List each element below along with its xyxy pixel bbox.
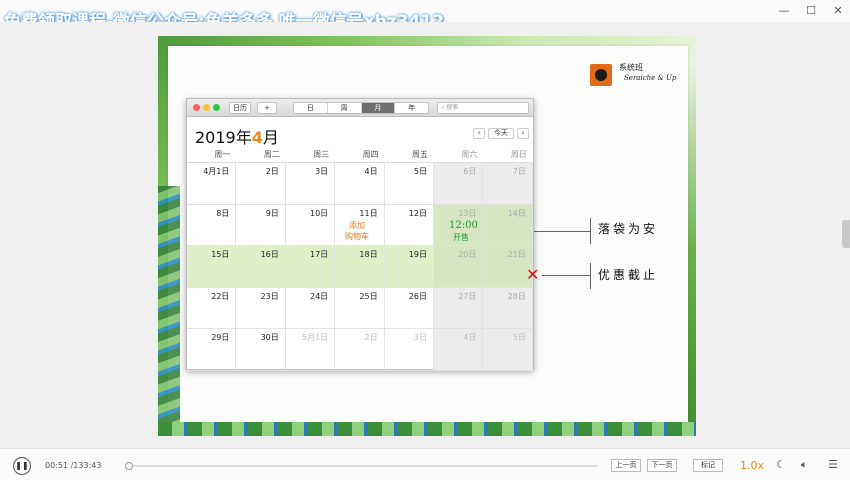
month-number: 4 (251, 128, 263, 147)
callout-bracket-presale (590, 218, 591, 244)
note-add-cart: 添加 购物车 (345, 221, 369, 241)
weekday-label: 周二 (263, 150, 280, 159)
day-cell[interactable]: 5月1日 (285, 329, 336, 371)
month-suffix: 月 (262, 128, 279, 147)
day-cell[interactable]: 30日 (236, 329, 286, 371)
next-month-button[interactable]: › (517, 128, 529, 139)
close-dot-icon[interactable] (193, 104, 200, 111)
month-grid: 4月1日 2日 3日 4日 5日 6日 7日 8日 9日 10日 11日 12日 13日 14日 15日 16… (187, 162, 533, 371)
day-cell[interactable]: 9日 (236, 204, 286, 247)
callout-bracket-deadline (590, 263, 591, 289)
leaf-decoration-left (158, 186, 180, 436)
menu-icon[interactable]: ☰ (828, 458, 838, 471)
weekday-label: 周六 (461, 150, 478, 159)
day-cell[interactable]: 26日 (384, 287, 434, 330)
calendar-toolbar: 日历 + 日 周 月 年 ⌕ 搜索 (187, 99, 533, 117)
day-cell[interactable]: 8日 (187, 204, 237, 247)
search-input[interactable]: ⌕ 搜索 (437, 102, 529, 114)
zoom-dot-icon[interactable] (213, 104, 220, 111)
time-display: 00:51 /133:43 (45, 461, 101, 470)
minimize-dot-icon[interactable] (203, 104, 210, 111)
today-button[interactable]: 今天 (488, 128, 514, 139)
side-panel-handle[interactable] (842, 220, 850, 248)
day-cell[interactable]: 23日 (236, 287, 286, 330)
close-icon[interactable]: ✕ (830, 3, 846, 19)
day-cell[interactable]: 22日 (187, 287, 237, 330)
callout-deadline: 优惠截止 (598, 268, 659, 282)
callout-presale: 落袋为安 (598, 222, 659, 236)
day-cell[interactable]: 12日 (384, 204, 434, 247)
progress-handle[interactable] (124, 462, 133, 470)
total-time: /133:43 (70, 461, 102, 470)
prev-month-button[interactable]: ‹ (473, 128, 485, 139)
day-cell[interactable]: 4月1日 (187, 163, 237, 205)
day-cell[interactable]: 4日 (434, 329, 484, 371)
cross-mark-icon: ✕ (526, 265, 540, 284)
maximize-icon[interactable]: ☐ (803, 3, 819, 19)
day-cell[interactable]: 4日 (335, 163, 385, 205)
view-switcher: 日 周 月 年 (293, 102, 429, 114)
day-cell[interactable]: 27日 (434, 287, 484, 330)
day-cell[interactable]: 2日 (236, 163, 286, 205)
day-cell[interactable]: 3日 (285, 163, 336, 205)
speed-button[interactable]: 1.0x (740, 459, 764, 472)
month-title: 2019年4月 (195, 124, 279, 148)
day-cell[interactable]: 29日 (187, 329, 237, 371)
weekday-label: 周五 (411, 150, 428, 159)
prev-page-button[interactable]: 上一页 (611, 459, 641, 472)
add-event-button[interactable]: + (257, 102, 277, 114)
leaf-decoration-bottom (158, 422, 696, 436)
day-cell[interactable]: 10日 (285, 204, 336, 247)
search-placeholder: 搜索 (446, 104, 459, 111)
minimize-icon[interactable]: — (776, 3, 792, 19)
next-page-button[interactable]: 下一页 (647, 459, 677, 472)
day-cell[interactable]: 5日 (384, 163, 434, 205)
calendars-button[interactable]: 日历 (229, 102, 251, 114)
note-open-sale: 开售 (453, 233, 469, 242)
slide: 系统班 Seraiche & Up 日历 + 日 周 月 年 ⌕ 搜索 2019… (158, 36, 696, 436)
logo-title: 系统班 (619, 63, 643, 72)
view-week-tab[interactable]: 周 (328, 103, 362, 113)
day-cell[interactable]: 5日 (483, 329, 533, 371)
day-cell[interactable]: 18日 (335, 246, 385, 288)
day-cell[interactable]: 2日 (335, 329, 385, 371)
day-cell[interactable]: 28日 (483, 287, 533, 330)
day-cell[interactable]: 16日 (236, 246, 286, 288)
callout-line-deadline (542, 275, 591, 276)
view-month-tab[interactable]: 月 (361, 103, 396, 113)
day-cell[interactable]: 25日 (335, 287, 385, 330)
day-cell[interactable]: 17日 (285, 246, 336, 288)
day-cell[interactable]: 3日 (384, 329, 434, 371)
weekday-label: 周三 (313, 150, 330, 159)
day-cell[interactable]: 6日 (434, 163, 484, 205)
note-time: 12:00 (449, 220, 478, 231)
title-bar: 免费领取课程-微信公众号:鱼羊多多 唯一微信号xhz3412 — ☐ ✕ (0, 0, 850, 32)
callout-line-presale (534, 231, 591, 232)
day-cell[interactable]: 19日 (384, 246, 434, 288)
weekday-label: 周一 (214, 150, 231, 159)
pause-icon[interactable]: ❚❚ (13, 457, 31, 475)
month-year: 2019年 (195, 128, 252, 147)
weekday-header: 周一 周二 周三 周四 周五 周六 周日 (187, 149, 533, 161)
volume-icon[interactable]: 🔈︎ (801, 458, 808, 472)
moon-icon[interactable]: ☾ (776, 458, 786, 471)
player-controls: ❚❚ 00:51 /133:43 上一页 下一页 标记 1.0x ☾ 🔈︎ ☰ (0, 448, 850, 480)
day-cell[interactable]: 24日 (285, 287, 336, 330)
progress-bar[interactable] (124, 462, 598, 470)
view-day-tab[interactable]: 日 (294, 103, 328, 113)
brand-logo-icon (590, 64, 612, 86)
mark-button[interactable]: 标记 (693, 459, 723, 472)
weekday-label: 周四 (362, 150, 379, 159)
logo-subtitle: Seraiche & Up (624, 74, 677, 82)
calendar-window: 日历 + 日 周 月 年 ⌕ 搜索 2019年4月 ‹ 今天 › 周一 周二 周三周… (186, 98, 534, 371)
weekday-label: 周日 (510, 150, 527, 159)
day-cell[interactable]: 15日 (187, 246, 237, 288)
day-cell[interactable]: 14日 (483, 204, 533, 247)
day-cell[interactable]: 7日 (483, 163, 533, 205)
video-stage[interactable]: 系统班 Seraiche & Up 日历 + 日 周 月 年 ⌕ 搜索 2019… (0, 22, 850, 448)
current-time: 00:51 (45, 461, 69, 470)
day-cell[interactable]: 20日 (434, 246, 484, 288)
view-year-tab[interactable]: 年 (395, 103, 428, 113)
